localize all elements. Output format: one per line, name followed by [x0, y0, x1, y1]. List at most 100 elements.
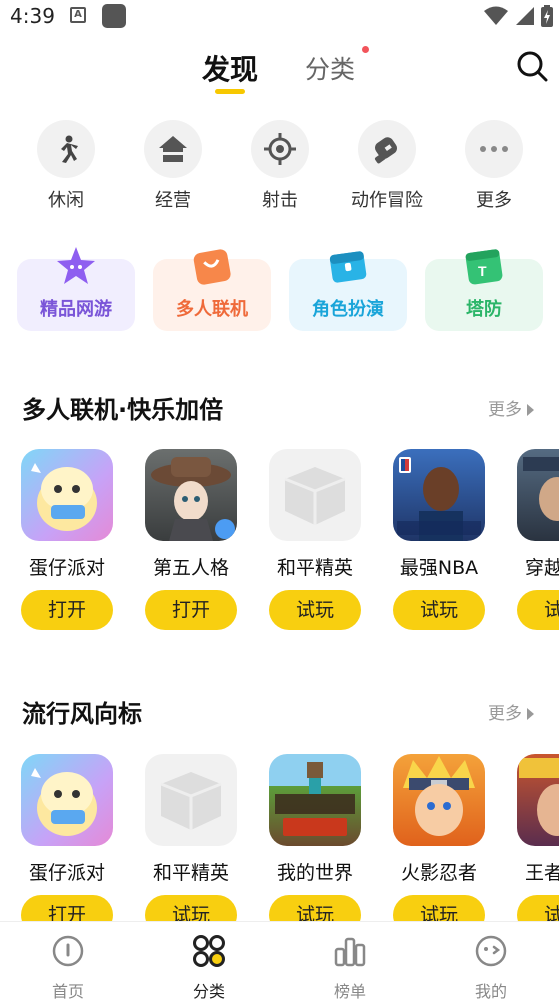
app-name: 最强NBA [399, 557, 479, 579]
app-icon-eggy-party[interactable] [21, 449, 113, 541]
app-card[interactable]: 第五人格 打开 [145, 449, 237, 630]
tag-label: 多人联机 [176, 299, 248, 320]
tag-tower-defense[interactable]: T 塔防 [425, 249, 543, 331]
search-icon[interactable] [516, 50, 548, 82]
face-icon [475, 935, 507, 967]
notification-dot [362, 46, 369, 53]
svg-text:T: T [478, 263, 487, 279]
more-label: 更多 [488, 400, 522, 420]
app-icon-nba[interactable] [393, 449, 485, 541]
more-button[interactable]: 更多 [488, 395, 534, 420]
more-label: 更多 [488, 704, 522, 724]
shopping-bag-icon [193, 249, 231, 285]
try-button[interactable]: 试玩 [269, 895, 361, 921]
category-label: 休闲 [48, 190, 84, 211]
try-button[interactable]: 试玩 [145, 895, 237, 921]
app-name: 蛋仔派对 [28, 557, 105, 579]
app-name: 第五人格 [152, 557, 229, 579]
active-tab-indicator [215, 89, 245, 94]
app-icon-eggy-party[interactable] [21, 754, 113, 846]
eggy-character-icon [31, 768, 97, 836]
section-title-multiplayer: 多人联机·快乐加倍 [22, 396, 224, 424]
category-label: 经营 [155, 190, 191, 211]
status-bar: 4:39 A [0, 0, 559, 34]
app-name: 和平精英 [152, 862, 229, 884]
category-more[interactable]: 更多 [454, 120, 534, 212]
battery-icon [541, 5, 553, 27]
app-name: 王者荣耀 [524, 862, 559, 884]
category-label: 动作冒险 [351, 190, 423, 211]
open-button[interactable]: 打开 [145, 590, 237, 630]
app-icon-identity-v[interactable] [145, 449, 237, 541]
bottom-navigation: 首页 分类 榜单 我的 [0, 921, 559, 999]
t-block-icon: T [465, 249, 503, 285]
category-casual[interactable]: 休闲 [26, 120, 106, 212]
running-person-icon [61, 135, 78, 163]
nav-label: 分类 [192, 982, 225, 999]
app-row-multiplayer: 蛋仔派对 打开 第五人格 打开 和平精英 试玩 最强NBA 试玩 穿越火线 试玩 [0, 449, 559, 649]
app-name: 和平精英 [276, 557, 353, 579]
app-card[interactable]: 蛋仔派对 打开 [21, 754, 113, 921]
try-button[interactable]: 试玩 [269, 590, 361, 630]
treasure-chest-icon [329, 251, 367, 283]
nav-label: 我的 [474, 982, 507, 999]
app-card[interactable]: 蛋仔派对 打开 [21, 449, 113, 630]
app-card[interactable]: 和平精英 试玩 [269, 449, 361, 630]
arrow-right-icon [527, 404, 534, 416]
category-shooting[interactable]: 射击 [240, 120, 320, 212]
app-name: 火影忍者 [400, 862, 477, 884]
hat-character-icon [151, 457, 235, 541]
app-card[interactable]: 王者荣耀 试玩 [517, 754, 559, 921]
app-card[interactable]: 最强NBA 试玩 [393, 449, 485, 630]
warrior-icon [519, 758, 559, 836]
boxing-glove-icon [374, 137, 397, 164]
star-icon [57, 247, 95, 284]
try-button[interactable]: 试玩 [393, 895, 485, 921]
app-icon-placeholder[interactable] [145, 754, 237, 846]
tag-cards: 精品网游 多人联机 角色扮演 T 塔防 [0, 245, 559, 340]
category-action-adventure[interactable]: 动作冒险 [347, 120, 427, 212]
top-tabs: 发现 分类 [0, 34, 559, 100]
tag-label: 精品网游 [40, 299, 112, 320]
try-button[interactable]: 试玩 [517, 590, 559, 630]
tag-roleplay[interactable]: 角色扮演 [289, 251, 407, 331]
more-button[interactable]: 更多 [488, 699, 534, 724]
app-icon-placeholder[interactable] [269, 449, 361, 541]
wifi-icon [484, 6, 508, 25]
open-button[interactable]: 打开 [21, 590, 113, 630]
tab-discover[interactable]: 发现 [202, 48, 258, 88]
app-icon-crossfire[interactable] [517, 449, 559, 541]
category-label: 更多 [476, 190, 512, 211]
tag-premium-online[interactable]: 精品网游 [17, 247, 135, 331]
home-icon [52, 935, 84, 967]
tag-multiplayer[interactable]: 多人联机 [153, 249, 271, 331]
nav-mine[interactable]: 我的 [451, 934, 531, 999]
app-icon-minecraft[interactable] [269, 754, 361, 846]
try-button[interactable]: 试玩 [393, 590, 485, 630]
blocky-character-icon [275, 762, 355, 836]
status-time: 4:39 [10, 4, 55, 28]
app-card[interactable]: 我的世界 试玩 [269, 754, 361, 921]
crosshair-icon [264, 133, 296, 165]
grid-circles-icon [193, 935, 225, 967]
app-icon-honor-of-kings[interactable] [517, 754, 559, 846]
tab-category[interactable]: 分类 [305, 50, 355, 86]
try-button[interactable]: 试玩 [517, 895, 559, 921]
app-card[interactable]: 火影忍者 试玩 [393, 754, 485, 921]
category-shortcuts: 休闲 经营 射击 动作冒险 更多 [0, 120, 559, 220]
nav-home[interactable]: 首页 [28, 934, 108, 999]
more-dots-icon [480, 146, 508, 152]
soldier-icon [523, 457, 559, 521]
house-icon [159, 136, 187, 162]
app-row-trending: 蛋仔派对 打开 和平精英 试玩 我的世界 试玩 火影忍者 试玩 王者荣耀 试玩 [0, 754, 559, 921]
nav-label: 首页 [51, 982, 84, 999]
app-card[interactable]: 和平精英 试玩 [145, 754, 237, 921]
app-icon-naruto[interactable] [393, 754, 485, 846]
category-management[interactable]: 经营 [133, 120, 213, 212]
box-placeholder-icon [284, 467, 346, 525]
eggy-character-icon [31, 463, 97, 531]
open-button[interactable]: 打开 [21, 895, 113, 921]
nav-ranking[interactable]: 榜单 [310, 934, 390, 999]
app-card[interactable]: 穿越火线 试玩 [517, 449, 559, 630]
nav-category[interactable]: 分类 [169, 934, 249, 999]
